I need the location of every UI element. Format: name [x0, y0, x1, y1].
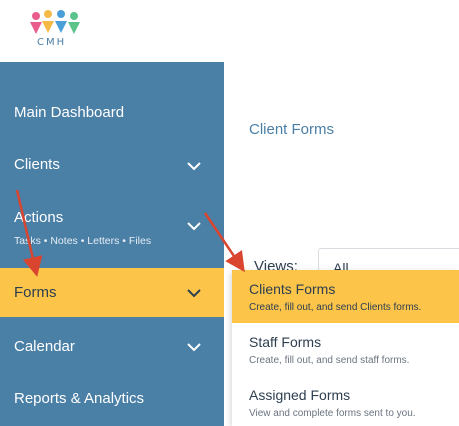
sidebar-item-sublabel: Tasks • Notes • Letters • Files [14, 235, 152, 247]
menu-item-title: Staff Forms [249, 334, 322, 350]
menu-item-assigned-forms[interactable]: Assigned Forms View and complete forms s… [232, 375, 459, 426]
menu-item-description: Create, fill out, and send Clients forms… [249, 302, 422, 313]
sidebar-item-clients[interactable]: Clients [0, 142, 224, 182]
logo-text: CMH [37, 37, 67, 48]
chevron-down-icon [187, 343, 201, 352]
sidebar-item-label: Forms [14, 284, 57, 301]
top-bar: CMH [0, 0, 459, 62]
sidebar-item-calendar[interactable]: Calendar [0, 324, 224, 370]
chevron-down-icon [187, 222, 201, 231]
sidebar-item-reports-analytics[interactable]: Reports & Analytics [0, 376, 224, 422]
menu-item-staff-forms[interactable]: Staff Forms Create, fill out, and send s… [232, 323, 459, 375]
page-title: Client Forms [249, 121, 335, 138]
sidebar-item-label: Actions [14, 209, 64, 226]
forms-dropdown-menu: Clients Forms Create, fill out, and send… [232, 270, 459, 426]
sidebar-item-label: Calendar [14, 338, 75, 355]
menu-item-title: Assigned Forms [249, 387, 351, 403]
menu-item-description: View and complete forms sent to you. [249, 408, 416, 419]
sidebar-item-label: Main Dashboard [14, 104, 125, 121]
sidebar-item-main-dashboard[interactable]: Main Dashboard [0, 62, 224, 121]
sidebar-item-actions[interactable]: Actions Tasks • Notes • Letters • Files [0, 197, 224, 257]
menu-item-description: Create, fill out, and send staff forms. [249, 355, 410, 366]
sidebar: Main Dashboard Clients Actions Tasks • N… [0, 62, 224, 426]
menu-item-title: Clients Forms [249, 281, 336, 297]
sidebar-item-forms[interactable]: Forms [0, 268, 224, 317]
chevron-down-icon [187, 289, 201, 298]
sidebar-item-label: Clients [14, 156, 60, 173]
sidebar-item-label: Reports & Analytics [14, 390, 145, 407]
chevron-down-icon [187, 162, 201, 171]
menu-item-clients-forms[interactable]: Clients Forms Create, fill out, and send… [232, 270, 459, 323]
